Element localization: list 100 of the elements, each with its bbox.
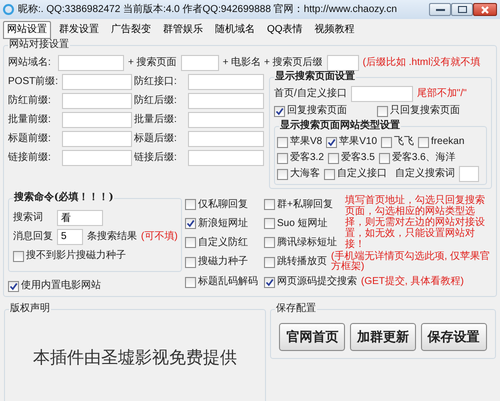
checkbox[interactable] (326, 136, 338, 148)
checkbox[interactable] (185, 276, 196, 288)
field-label: 标题后缀: (134, 132, 178, 144)
instruction-text: 填写首页地址，勾选只回复搜索页面，勾选相应的网站类型选择，则无需对左边的网站对接设置，如无效，只能设置网站对接！ (345, 195, 486, 250)
checkbox[interactable] (13, 250, 24, 262)
checkbox-label: 大海客 (290, 168, 320, 180)
field-label: 防红后缀: (134, 94, 178, 106)
field-label: 标题前缀: (8, 132, 52, 144)
group-title: 显示搜索页面设置 (274, 71, 356, 83)
checkbox-label: 仅私聊回复 (198, 198, 248, 210)
checkbox-label: 标题乱码解码 (198, 276, 258, 288)
input-field[interactable] (180, 54, 219, 70)
checkbox[interactable] (418, 136, 430, 148)
checkbox-label: 使用内置电影网站 (21, 280, 101, 292)
checkbox-label: 自定义接口 (337, 168, 387, 180)
checkbox-label: Suo 短网址 (277, 218, 328, 230)
tab[interactable]: 随机域名 (211, 21, 259, 39)
checkbox[interactable] (378, 152, 390, 164)
group-title: 显示搜索页面网站类型设置 (279, 120, 401, 132)
action-button[interactable]: 加群更新 (350, 323, 416, 351)
checkbox[interactable] (185, 218, 196, 229)
checkbox[interactable] (185, 237, 196, 248)
checkbox[interactable] (185, 256, 196, 268)
copyright-text: 本插件由圣墟影视免费提供 (33, 348, 237, 368)
group-title: 保存配置 (275, 303, 317, 315)
input-field[interactable] (188, 130, 264, 146)
checkbox[interactable] (264, 256, 275, 268)
minimize-button[interactable] (429, 3, 451, 16)
group-title: 网站对接设置 (8, 39, 70, 51)
field-label: 首页/自定义接口 (274, 88, 347, 100)
checkbox[interactable] (277, 168, 288, 180)
tab[interactable]: 群管娱乐 (159, 21, 207, 39)
hint-text: 尾部不加"/" (416, 88, 467, 100)
checkbox[interactable] (277, 152, 288, 164)
checkbox-label: 群+私聊回复 (277, 198, 333, 210)
tab[interactable]: 网站设置 (3, 21, 51, 39)
hint-text: (可不填) (141, 230, 178, 242)
hint-text: (后缀比如 .html没有就不填 (362, 56, 480, 68)
close-icon (481, 6, 489, 14)
field-label: 链接前缀: (8, 152, 52, 164)
checkbox[interactable] (328, 152, 339, 164)
input-field[interactable] (58, 54, 124, 70)
input-field[interactable]: 5 (57, 228, 83, 244)
checkbox[interactable] (8, 280, 19, 292)
tab[interactable]: QQ表情 (263, 21, 307, 39)
action-button[interactable]: 官网首页 (279, 323, 346, 351)
input-field[interactable] (62, 92, 132, 108)
checkbox-label: 只回复搜索页面 (390, 105, 460, 117)
input-field[interactable] (326, 54, 359, 70)
checkbox[interactable] (264, 276, 275, 288)
input-field[interactable] (459, 166, 479, 182)
checkbox[interactable] (377, 106, 388, 116)
checkbox[interactable] (324, 168, 335, 180)
input-field[interactable] (188, 92, 264, 108)
checkbox-label: 爱客3.5 (340, 152, 375, 164)
checkbox[interactable] (277, 136, 288, 148)
checkbox-label: 苹果V10 (339, 136, 378, 148)
input-field[interactable] (62, 112, 132, 128)
maximize-icon (458, 6, 466, 13)
input-field[interactable] (62, 130, 132, 146)
input-field[interactable] (62, 150, 132, 166)
field-label: 网站域名: (8, 56, 52, 68)
tab[interactable]: 广告裂变 (107, 21, 155, 39)
input-field[interactable] (188, 150, 264, 166)
input-field[interactable]: 看 (57, 210, 103, 226)
checkbox-label: 新浪短网址 (198, 218, 248, 230)
action-button[interactable]: 保存设置 (420, 323, 487, 351)
group-title: 搜索命令(必填！！！) (13, 192, 114, 204)
checkbox[interactable] (381, 136, 392, 148)
checkbox-label: freekan (431, 136, 464, 148)
field-label: 防红前缀: (8, 94, 52, 106)
field-label: + 搜索页面 (128, 56, 177, 68)
tab[interactable]: 视频教程 (310, 21, 359, 39)
input-field[interactable] (62, 74, 132, 90)
close-button[interactable] (473, 3, 497, 16)
checkbox-label: 回复搜索页面 (287, 105, 347, 117)
checkbox[interactable] (264, 218, 275, 229)
field-label: 自定义搜索词 (395, 168, 455, 180)
checkbox-label: 腾讯绿标短址 (277, 236, 337, 248)
checkbox[interactable] (185, 199, 196, 210)
input-field[interactable] (188, 112, 264, 128)
input-field[interactable] (188, 74, 264, 90)
checkbox-label: 飞飞 (394, 136, 414, 148)
checkbox[interactable] (274, 106, 285, 116)
field-label: 防红接口: (134, 76, 178, 88)
checkbox-label: 搜不到影片搜磁力种子 (26, 250, 126, 262)
input-field[interactable] (350, 86, 413, 102)
checkbox-label: 爱客3.6、海洋 (392, 152, 456, 164)
tab[interactable]: 群发设置 (55, 21, 103, 39)
checkbox-label: 爱客3.2 (290, 152, 324, 164)
checkbox[interactable] (264, 199, 275, 210)
app-icon (3, 4, 14, 15)
field-label: POST前缀: (8, 76, 60, 88)
window-title: 昵称:. QQ:3386982472 当前版本:4.0 作者QQ:942699888 官网：http://www.chaozy.cn (18, 4, 398, 16)
field-label: 链接后缀: (134, 152, 178, 164)
hint-text: (GET提交, 具体看教程) (361, 276, 464, 288)
checkbox[interactable] (264, 237, 275, 248)
group-title: 版权声明 (9, 303, 51, 315)
maximize-button[interactable] (451, 3, 473, 16)
checkbox-label: 跳转播放页 (277, 256, 327, 268)
